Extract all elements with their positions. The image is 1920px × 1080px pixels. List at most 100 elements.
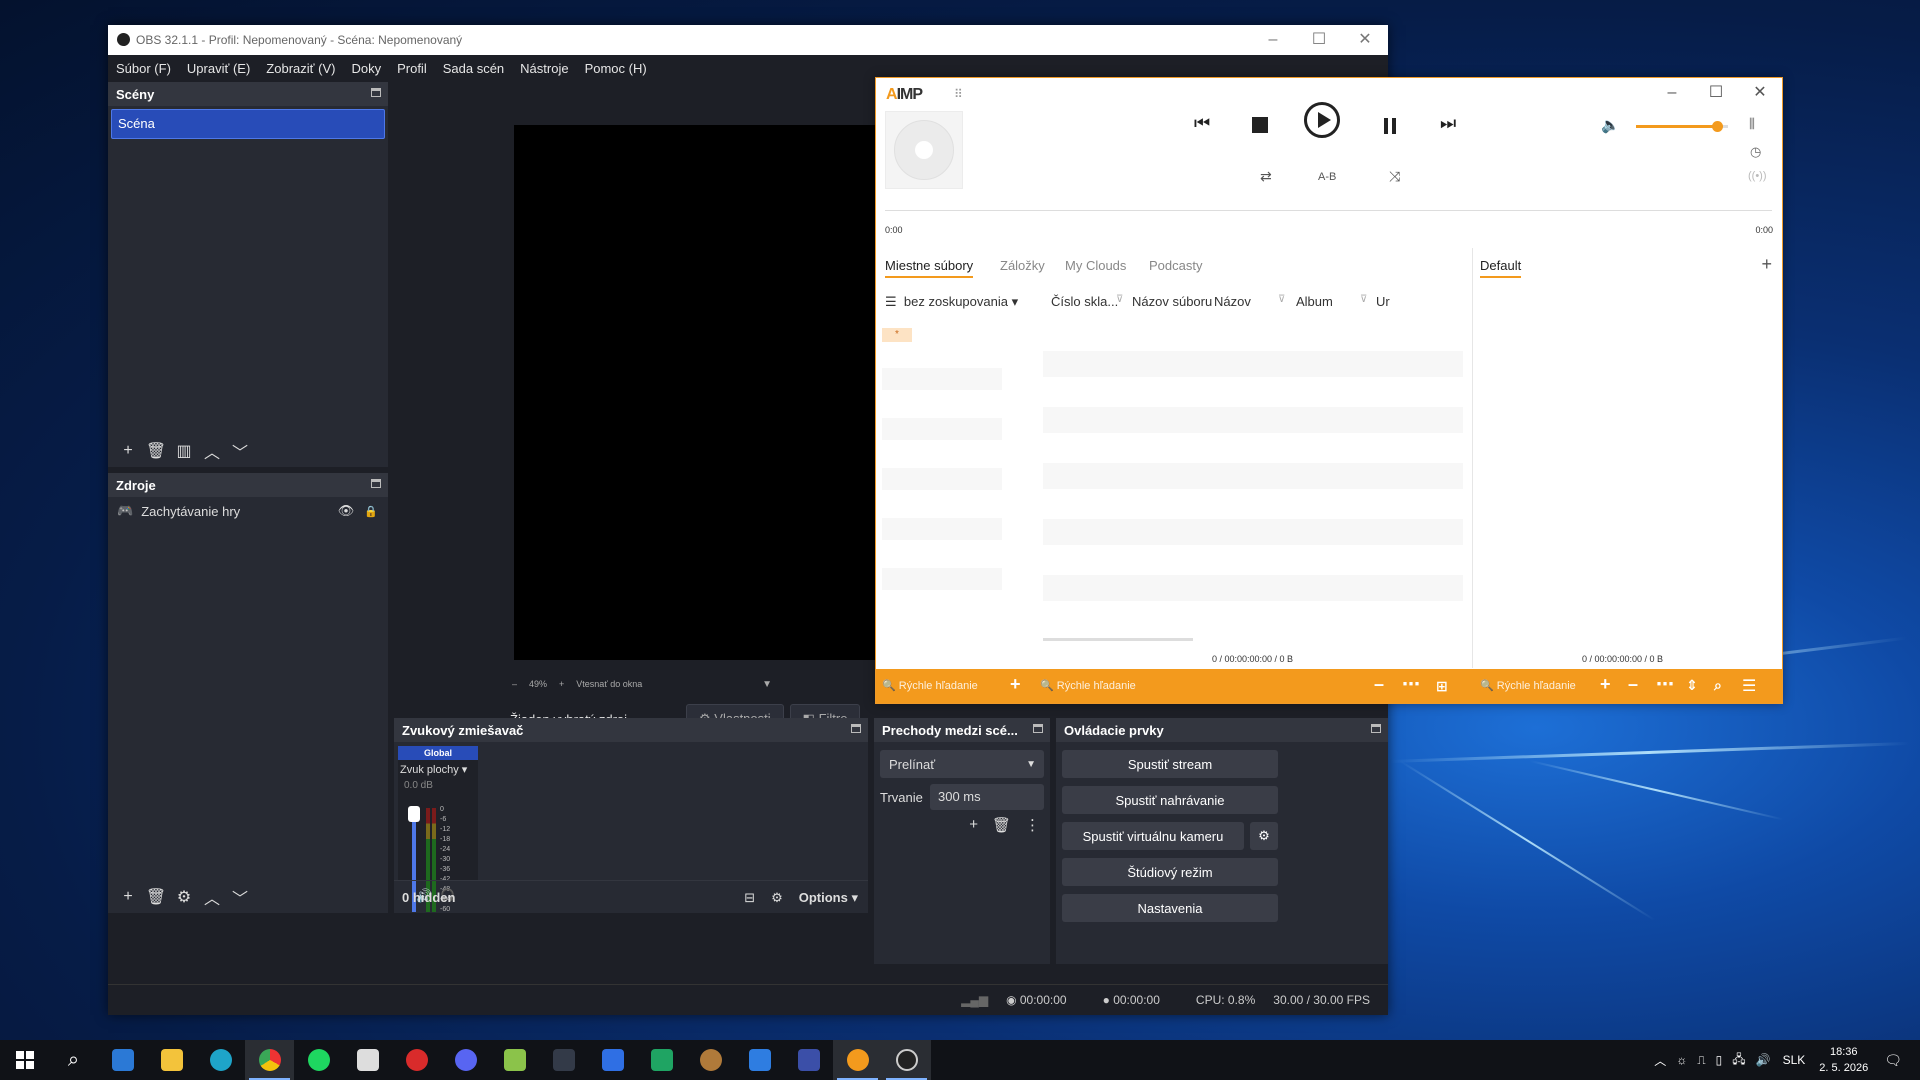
undock-icon[interactable] bbox=[1371, 724, 1381, 733]
menu-profile[interactable]: Profil bbox=[397, 61, 427, 76]
clock[interactable]: 18:36 2. 5. 2026 bbox=[1819, 1044, 1868, 1076]
menu-docks[interactable]: Doky bbox=[351, 61, 381, 76]
add-icon[interactable]: + bbox=[1010, 674, 1021, 695]
filter-icon[interactable]: ▥ bbox=[170, 441, 198, 461]
taskbar-app-spotify[interactable] bbox=[294, 1040, 343, 1080]
undock-icon[interactable] bbox=[851, 724, 861, 733]
taskbar-app-antivirus[interactable] bbox=[392, 1040, 441, 1080]
start-recording-button[interactable]: Spustiť nahrávanie bbox=[1062, 786, 1278, 814]
settings-button[interactable]: Nastavenia bbox=[1062, 894, 1278, 922]
layout-icon[interactable]: ⊟ bbox=[744, 890, 755, 906]
battery-icon[interactable]: ▯ bbox=[1716, 1053, 1723, 1067]
taskbar-app-obs[interactable] bbox=[882, 1040, 931, 1080]
chevron-up-icon[interactable]: ︿ bbox=[1654, 1052, 1666, 1069]
close-button[interactable]: ✕ bbox=[1738, 78, 1782, 108]
taskbar-app-explorer[interactable] bbox=[147, 1040, 196, 1080]
lock-icon[interactable]: 🔒 bbox=[364, 505, 378, 518]
menu-scene-collection[interactable]: Sada scén bbox=[443, 61, 504, 76]
trash-icon[interactable]: 🗑 bbox=[992, 816, 1011, 834]
taskbar-app-store[interactable] bbox=[98, 1040, 147, 1080]
taskbar-app-davinci[interactable] bbox=[539, 1040, 588, 1080]
remove-icon[interactable]: – bbox=[1628, 674, 1638, 695]
start-button[interactable] bbox=[0, 1040, 49, 1080]
tab-bookmarks[interactable]: Záložky bbox=[1000, 258, 1045, 273]
menu-edit[interactable]: Upraviť (E) bbox=[187, 61, 250, 76]
gear-icon[interactable]: ⚙ bbox=[170, 887, 198, 907]
taskbar-app-sheets[interactable] bbox=[637, 1040, 686, 1080]
menu-icon[interactable]: ☰ bbox=[1742, 676, 1756, 696]
library-search[interactable]: 🔍 Rýchle hľadanie bbox=[882, 679, 978, 692]
chevron-down-icon[interactable]: ﹀ bbox=[226, 439, 254, 463]
taskbar-app-clapper[interactable] bbox=[343, 1040, 392, 1080]
advanced-audio-icon[interactable]: ⚙ bbox=[771, 890, 783, 906]
taskbar-app-docs[interactable] bbox=[588, 1040, 637, 1080]
drag-icon[interactable]: ⠿ bbox=[954, 87, 963, 101]
tab-local-files[interactable]: Miestne súbory bbox=[885, 258, 974, 278]
previous-icon[interactable]: ⏮ bbox=[1194, 113, 1210, 134]
menu-file[interactable]: Súbor (F) bbox=[116, 61, 171, 76]
equalizer-icon[interactable]: ⫼ bbox=[1749, 116, 1755, 132]
options-button[interactable]: Options ▾ bbox=[799, 890, 858, 906]
grouping-select[interactable]: ☰ bez zoskupovania ▾ bbox=[885, 294, 1018, 310]
undock-icon[interactable] bbox=[371, 479, 381, 488]
play-icon[interactable] bbox=[1304, 102, 1340, 138]
start-virtualcam-button[interactable]: Spustiť virtuálnu kameru bbox=[1062, 822, 1244, 850]
filter-icon[interactable]: ⊽ bbox=[1116, 294, 1123, 305]
undock-icon[interactable] bbox=[371, 88, 381, 97]
obs-titlebar[interactable]: OBS 32.1.1 - Profil: Nepomenovaný - Scén… bbox=[108, 25, 1388, 55]
menu-view[interactable]: Zobraziť (V) bbox=[266, 61, 335, 76]
gear-icon[interactable]: ⚙ bbox=[1250, 822, 1278, 850]
scene-item[interactable]: Scéna bbox=[111, 109, 385, 139]
menu-help[interactable]: Pomoc (H) bbox=[585, 61, 647, 76]
undock-icon[interactable] bbox=[1033, 724, 1043, 733]
eye-icon[interactable]: 👁 bbox=[338, 503, 355, 519]
next-icon[interactable]: ⏭ bbox=[1440, 113, 1456, 134]
taskbar-app-discord[interactable] bbox=[441, 1040, 490, 1080]
add-icon[interactable]: + bbox=[114, 442, 142, 460]
group-item[interactable]: * bbox=[882, 328, 912, 342]
add-icon[interactable]: + bbox=[114, 888, 142, 906]
more-icon[interactable]: ⋯ bbox=[1402, 674, 1420, 695]
playlist-search[interactable]: 🔍 Rýchle hľadanie bbox=[1480, 679, 1576, 692]
taskbar-app-aimp[interactable] bbox=[833, 1040, 882, 1080]
column-title[interactable]: Názov bbox=[1214, 294, 1251, 309]
maximize-button[interactable]: ☐ bbox=[1694, 78, 1738, 108]
stop-icon[interactable] bbox=[1252, 117, 1268, 133]
language-indicator[interactable]: SLK bbox=[1783, 1053, 1806, 1067]
volume-slider[interactable] bbox=[1636, 121, 1728, 132]
studio-mode-button[interactable]: Štúdiový režim bbox=[1062, 858, 1278, 886]
source-item[interactable]: 🎮 Zachytávanie hry 👁 🔒 bbox=[108, 497, 388, 525]
add-icon[interactable]: + bbox=[1600, 674, 1611, 695]
duration-input[interactable]: 300 ms bbox=[930, 784, 1044, 810]
search-button[interactable]: ⌕ bbox=[49, 1040, 98, 1080]
notification-icon[interactable]: 🗨 bbox=[1884, 1052, 1902, 1069]
minimize-button[interactable]: – bbox=[1250, 25, 1296, 55]
trash-icon[interactable]: 🗑 bbox=[142, 441, 170, 461]
horizontal-scrollbar[interactable] bbox=[1043, 638, 1193, 641]
ab-repeat-button[interactable]: A-B bbox=[1318, 171, 1336, 183]
volume-icon[interactable]: 🔊 bbox=[1756, 1053, 1771, 1067]
add-icon[interactable]: + bbox=[969, 816, 978, 834]
seek-bar[interactable] bbox=[885, 210, 1772, 211]
taskbar-app-sync[interactable] bbox=[735, 1040, 784, 1080]
filter-icon[interactable]: ⊽ bbox=[1360, 294, 1367, 305]
search-icon[interactable]: ⌕ bbox=[1714, 677, 1722, 694]
taskbar-app-save[interactable] bbox=[784, 1040, 833, 1080]
grid-icon[interactable]: ⊞ bbox=[1436, 678, 1448, 695]
filelist-search[interactable]: 🔍 Rýchle hľadanie bbox=[1040, 679, 1136, 692]
channel-name[interactable]: Zvuk plochy ▾ bbox=[398, 760, 478, 776]
more-icon[interactable]: ⋮ bbox=[1025, 816, 1040, 834]
minimize-button[interactable]: – bbox=[1650, 78, 1694, 108]
clock-icon[interactable]: ◷ bbox=[1750, 144, 1761, 160]
close-button[interactable]: ✕ bbox=[1342, 25, 1388, 55]
chevron-up-icon[interactable]: ︿ bbox=[198, 885, 226, 909]
tab-podcasts[interactable]: Podcasty bbox=[1149, 258, 1202, 273]
zoom-in-icon[interactable]: + bbox=[559, 679, 564, 689]
taskbar-app-chrome[interactable] bbox=[245, 1040, 294, 1080]
shuffle-icon[interactable]: ⤨ bbox=[1389, 168, 1400, 185]
maximize-button[interactable]: ☐ bbox=[1296, 25, 1342, 55]
sort-icon[interactable]: ⇕ bbox=[1686, 677, 1698, 694]
network-icon[interactable]: 🖧 bbox=[1732, 1050, 1745, 1071]
chevron-down-icon[interactable]: ﹀ bbox=[226, 885, 254, 909]
tab-my-clouds[interactable]: My Clouds bbox=[1065, 258, 1126, 273]
